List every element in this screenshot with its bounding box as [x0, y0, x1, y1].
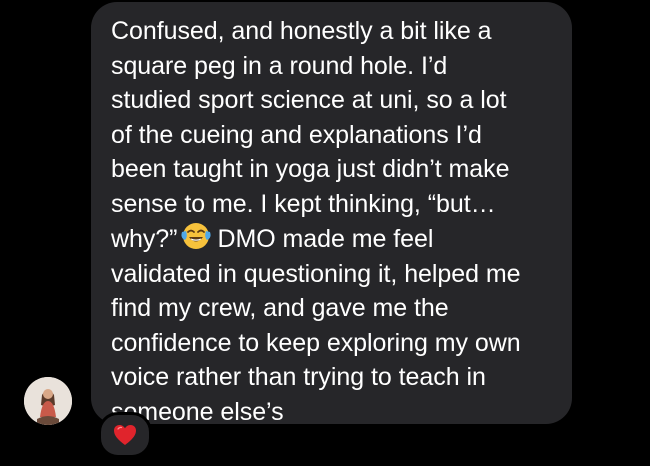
message-line: of the cueing and explanations I’d: [111, 120, 482, 149]
message-fragment: DMO made me feel: [217, 225, 434, 253]
message-fragment: why?”: [111, 225, 178, 253]
message-bubble[interactable]: Confused, and honestly a bit like a squa…: [91, 2, 572, 426]
message-line: been taught in yoga just didn’t make: [111, 155, 510, 183]
reaction-badge[interactable]: [98, 412, 152, 458]
message-line: validated in questioning it, helped me: [111, 259, 521, 288]
message-line: Confused, and honestly a bit like a: [111, 17, 492, 45]
message-line: sense to me. I kept thinking, “but…: [111, 189, 496, 218]
message-line: studied sport science at uni, so a lot: [111, 86, 507, 114]
message-line: find my crew, and gave me the: [111, 294, 449, 322]
message-line: someone else’s: [111, 397, 284, 426]
message-line: why?” DMO made me feel: [111, 221, 554, 257]
red-heart-icon: [114, 425, 136, 445]
message-text: Confused, and honestly a bit like a squa…: [111, 14, 554, 429]
message-line: square peg in a round hole. I’d: [111, 51, 448, 80]
message-line: confidence to keep exploring my own: [111, 328, 521, 357]
avatar-photo: [24, 377, 72, 425]
sender-avatar[interactable]: [24, 377, 72, 425]
face-with-tears-of-joy-emoji: [181, 221, 212, 251]
message-line: voice rather than trying to teach in: [111, 363, 486, 391]
